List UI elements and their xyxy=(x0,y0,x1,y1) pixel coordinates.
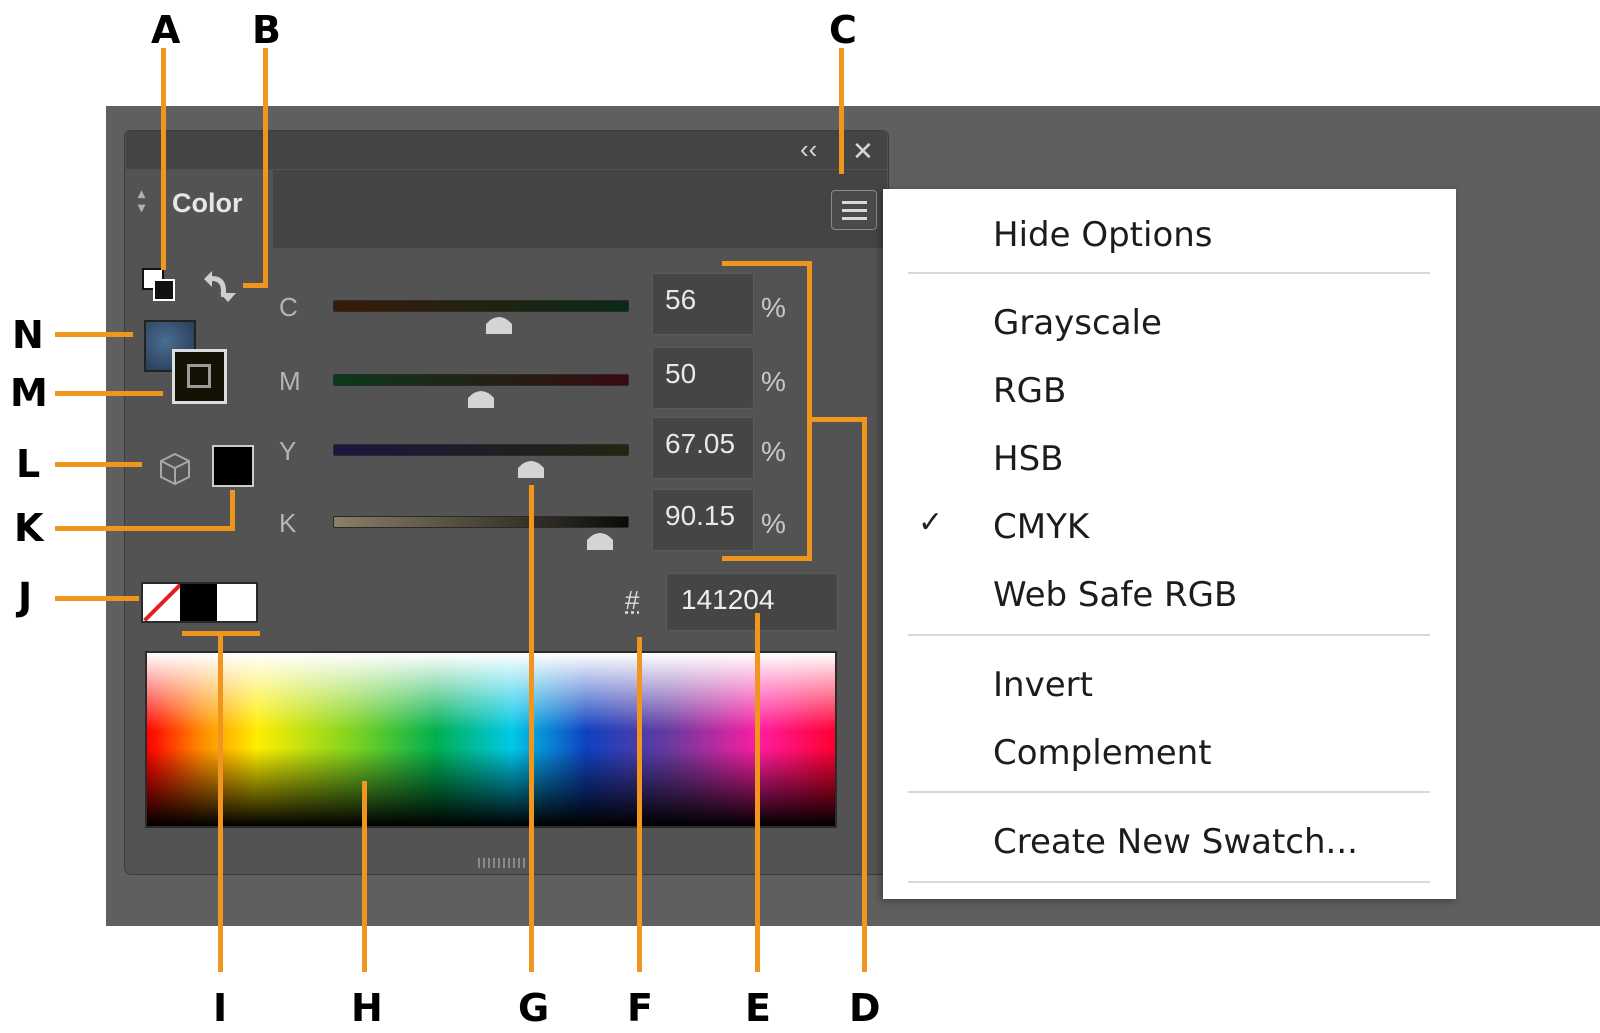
callout-line-d xyxy=(722,261,812,266)
menu-item-hide-options[interactable]: Hide Options xyxy=(993,215,1213,255)
menu-separator xyxy=(908,791,1430,793)
hamburger-icon xyxy=(842,201,867,204)
hex-input[interactable]: 141204 xyxy=(666,573,838,631)
callout-k: K xyxy=(14,506,44,550)
callout-line-a xyxy=(161,48,166,270)
percent-unit: % xyxy=(761,508,786,539)
swap-fill-stroke-icon[interactable] xyxy=(198,265,238,305)
channel-label: C xyxy=(279,292,298,322)
channel-value-input[interactable]: 67.05 xyxy=(652,417,754,479)
tab-reorder-icon: ▴ ▾ xyxy=(138,185,146,215)
channel-label: K xyxy=(279,508,297,538)
callout-e: E xyxy=(745,986,771,1030)
callout-n: N xyxy=(12,313,44,357)
callout-a: A xyxy=(151,8,181,52)
slider-thumb[interactable] xyxy=(516,454,546,480)
callout-line-m xyxy=(55,391,163,396)
callout-m: M xyxy=(10,371,48,415)
callout-l: L xyxy=(16,442,41,486)
callout-line-d xyxy=(862,417,867,972)
callout-line-l xyxy=(55,462,142,467)
menu-item-cmyk[interactable]: CMYK xyxy=(993,507,1089,547)
callout-line-b xyxy=(263,48,268,288)
callout-d: D xyxy=(849,986,881,1030)
menu-item-rgb[interactable]: RGB xyxy=(993,371,1066,411)
default-fill-stroke-icon[interactable] xyxy=(141,267,179,305)
callout-line-e xyxy=(755,613,760,972)
callout-line-d xyxy=(807,417,867,422)
close-icon[interactable]: ✕ xyxy=(852,136,874,166)
channel-value-input[interactable]: 56 xyxy=(652,273,754,335)
channel-slider-track[interactable] xyxy=(333,444,629,456)
callout-line-b xyxy=(243,283,268,288)
callout-line-f xyxy=(637,637,642,972)
percent-unit: % xyxy=(761,436,786,467)
menu-item-hsb[interactable]: HSB xyxy=(993,439,1063,479)
callout-line-j xyxy=(55,596,139,601)
callout-line-n xyxy=(55,332,133,337)
slider-thumb[interactable] xyxy=(466,384,496,410)
callout-line-d xyxy=(807,261,812,561)
callout-line-d xyxy=(722,556,812,561)
channel-slider-track[interactable] xyxy=(333,300,629,312)
slider-thumb[interactable] xyxy=(484,310,514,336)
stroke-swatch[interactable] xyxy=(172,349,227,404)
callout-g: G xyxy=(518,986,550,1030)
callout-f: F xyxy=(627,986,653,1030)
tab-label: Color xyxy=(172,188,243,218)
quick-color-swatches xyxy=(141,582,258,623)
callout-line-i xyxy=(218,631,223,972)
white-swatch[interactable] xyxy=(217,584,256,621)
tab-color[interactable]: ▴ ▾ Color xyxy=(126,170,273,250)
menu-item-complement[interactable]: Complement xyxy=(993,733,1212,773)
callout-b: B xyxy=(252,8,281,52)
callout-i: I xyxy=(213,986,228,1030)
last-color-swatch[interactable] xyxy=(212,445,254,487)
callout-line-k xyxy=(230,490,235,531)
percent-unit: % xyxy=(761,366,786,397)
percent-unit: % xyxy=(761,292,786,323)
menu-item-web-safe-rgb[interactable]: Web Safe RGB xyxy=(993,575,1237,615)
channel-label: Y xyxy=(279,436,297,466)
channel-label: M xyxy=(279,366,301,396)
channel-value-input[interactable]: 50 xyxy=(652,347,754,409)
none-swatch[interactable] xyxy=(143,584,180,621)
menu-item-invert[interactable]: Invert xyxy=(993,665,1093,705)
menu-separator xyxy=(908,272,1430,274)
cube-icon xyxy=(160,452,190,486)
callout-line-h xyxy=(362,781,367,972)
callout-line-c xyxy=(839,48,844,174)
callout-c: C xyxy=(829,8,857,52)
panel-titlebar xyxy=(126,131,887,169)
checkmark-icon: ✓ xyxy=(918,506,944,539)
hex-symbol: # xyxy=(625,585,640,615)
menu-separator xyxy=(908,881,1430,883)
color-spectrum[interactable] xyxy=(145,651,837,828)
resize-grip[interactable] xyxy=(478,858,528,868)
callout-j: J xyxy=(18,575,33,619)
black-swatch[interactable] xyxy=(179,584,218,621)
callout-line-g xyxy=(529,485,534,972)
slider-thumb[interactable] xyxy=(585,526,615,552)
menu-item-grayscale[interactable]: Grayscale xyxy=(993,303,1162,343)
menu-separator xyxy=(908,634,1430,636)
callout-h: H xyxy=(351,986,383,1030)
panel-menu-button[interactable] xyxy=(831,190,877,230)
menu-item-create-new-swatch[interactable]: Create New Swatch... xyxy=(993,822,1358,862)
panel-flyout-menu: Hide Options Grayscale RGB HSB ✓ CMYK We… xyxy=(883,189,1456,899)
collapse-icon[interactable]: ‹‹ xyxy=(800,134,817,164)
callout-line-k xyxy=(55,526,235,531)
channel-value-input[interactable]: 90.15 xyxy=(652,489,754,551)
